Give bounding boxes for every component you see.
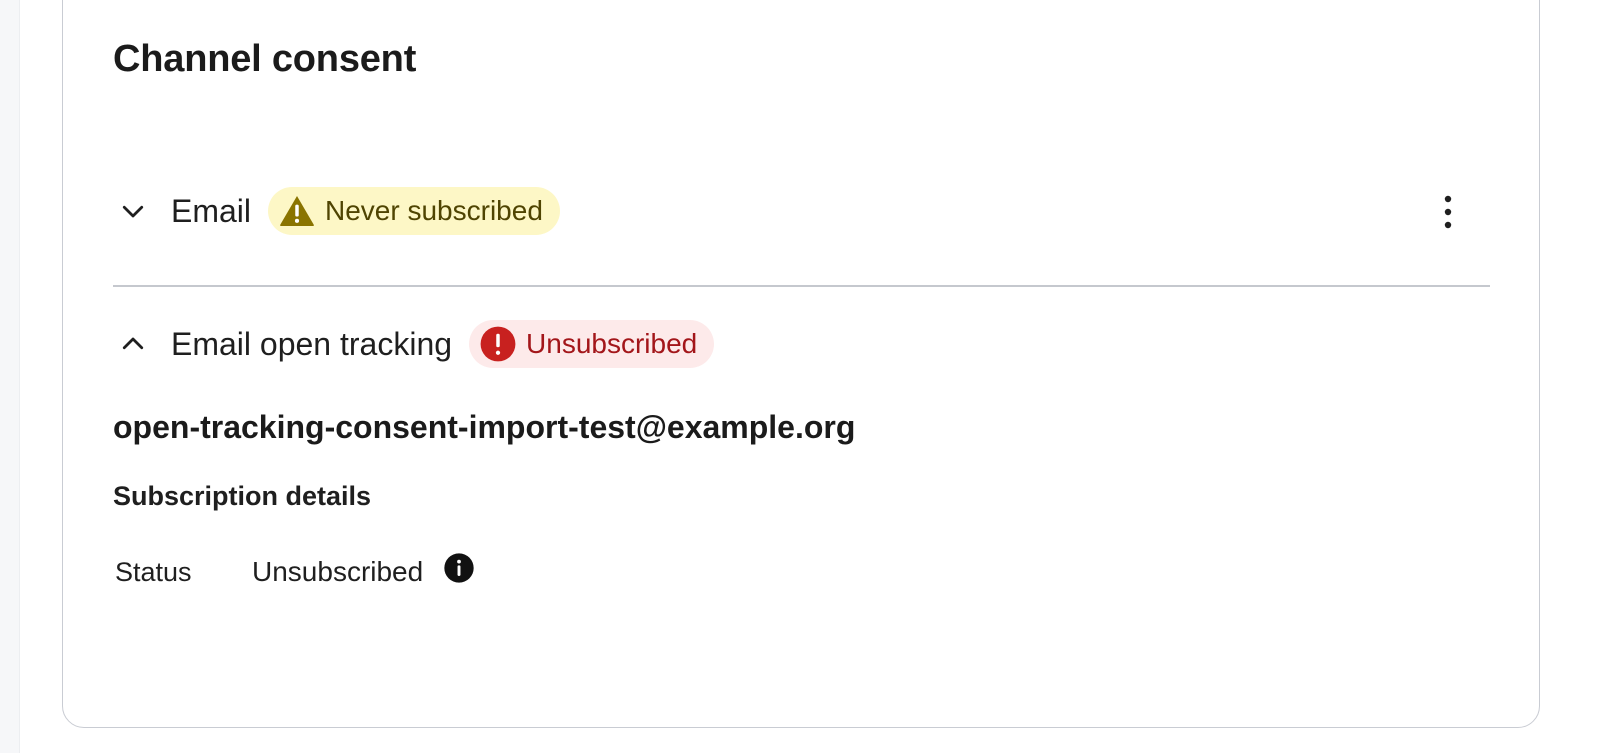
more-actions-kebab-icon[interactable] bbox=[1428, 190, 1468, 234]
info-icon[interactable] bbox=[443, 552, 475, 584]
status-badge-unsubscribed: Unsubscribed bbox=[469, 320, 715, 368]
status-label: Status bbox=[115, 556, 192, 587]
subscription-details-heading: Subscription details bbox=[113, 481, 372, 511]
channel-row-email: Email Never subscribed bbox=[113, 186, 560, 236]
status-value: Unsubscribed bbox=[252, 556, 424, 587]
channel-row-email-open-tracking: Email open tracking Unsubscribed bbox=[113, 319, 715, 369]
card-title: Channel consent bbox=[113, 38, 417, 80]
status-badge-label: Unsubscribed bbox=[526, 328, 698, 359]
channel-divider bbox=[113, 285, 1490, 287]
error-icon bbox=[479, 325, 517, 363]
channel-label-email: Email bbox=[171, 193, 252, 229]
warning-icon bbox=[278, 192, 316, 230]
chevron-down-icon[interactable] bbox=[113, 191, 153, 231]
channel-label-email-open-tracking: Email open tracking bbox=[171, 326, 453, 362]
status-badge-label: Never subscribed bbox=[325, 195, 543, 226]
chevron-up-icon[interactable] bbox=[113, 324, 153, 364]
status-badge-never-subscribed: Never subscribed bbox=[268, 187, 560, 235]
status-detail-row: Status Unsubscribed bbox=[115, 552, 475, 592]
page-left-gutter bbox=[0, 0, 20, 753]
email-address: open-tracking-consent-import-test@exampl… bbox=[113, 409, 856, 445]
